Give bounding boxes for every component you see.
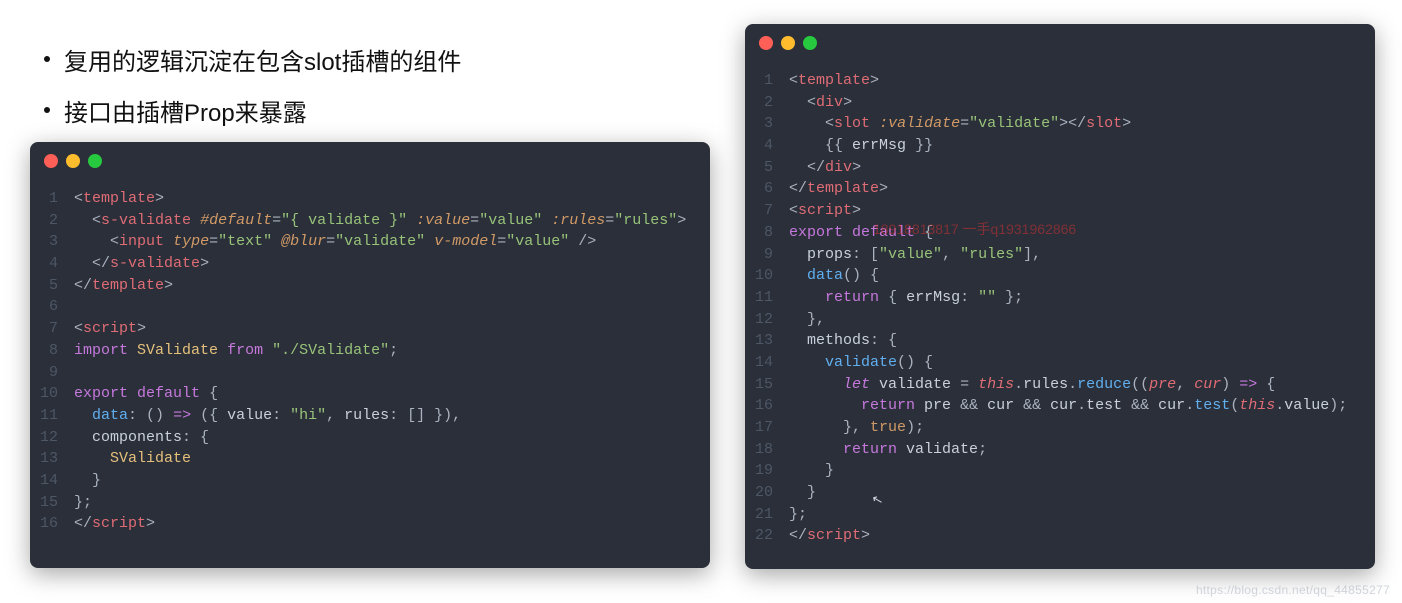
maximize-icon[interactable]: [803, 36, 817, 50]
bullet-item: 接口由插槽Prop来暴露: [30, 93, 461, 128]
close-icon[interactable]: [759, 36, 773, 50]
code-content[interactable]: <template> <div> <slot :validate="valida…: [789, 70, 1347, 547]
bullet-text: 复用的逻辑沉淀在包含slot插槽的组件: [64, 42, 461, 77]
page-watermark: https://blog.csdn.net/qq_44855277: [1196, 583, 1390, 597]
window-titlebar: [30, 142, 710, 180]
bullet-text: 接口由插槽Prop来暴露: [64, 93, 307, 128]
code-editor-right: 12345678910111213141516171819202122 <tem…: [745, 24, 1375, 569]
bullet-dot-icon: [44, 107, 50, 113]
close-icon[interactable]: [44, 154, 58, 168]
minimize-icon[interactable]: [781, 36, 795, 50]
bullet-list: 复用的逻辑沉淀在包含slot插槽的组件 接口由插槽Prop来暴露: [30, 42, 461, 144]
line-gutter: 12345678910111213141516171819202122: [745, 70, 789, 547]
code-area-left[interactable]: 12345678910111213141516 <template> <s-va…: [30, 180, 710, 547]
bullet-item: 复用的逻辑沉淀在包含slot插槽的组件: [30, 42, 461, 77]
code-content[interactable]: <template> <s-validate #default="{ valid…: [74, 188, 686, 535]
bullet-dot-icon: [44, 56, 50, 62]
window-titlebar: [745, 24, 1375, 62]
line-gutter: 12345678910111213141516: [30, 188, 74, 535]
maximize-icon[interactable]: [88, 154, 102, 168]
code-editor-left: 12345678910111213141516 <template> <s-va…: [30, 142, 710, 568]
minimize-icon[interactable]: [66, 154, 80, 168]
code-area-right[interactable]: 12345678910111213141516171819202122 <tem…: [745, 62, 1375, 559]
